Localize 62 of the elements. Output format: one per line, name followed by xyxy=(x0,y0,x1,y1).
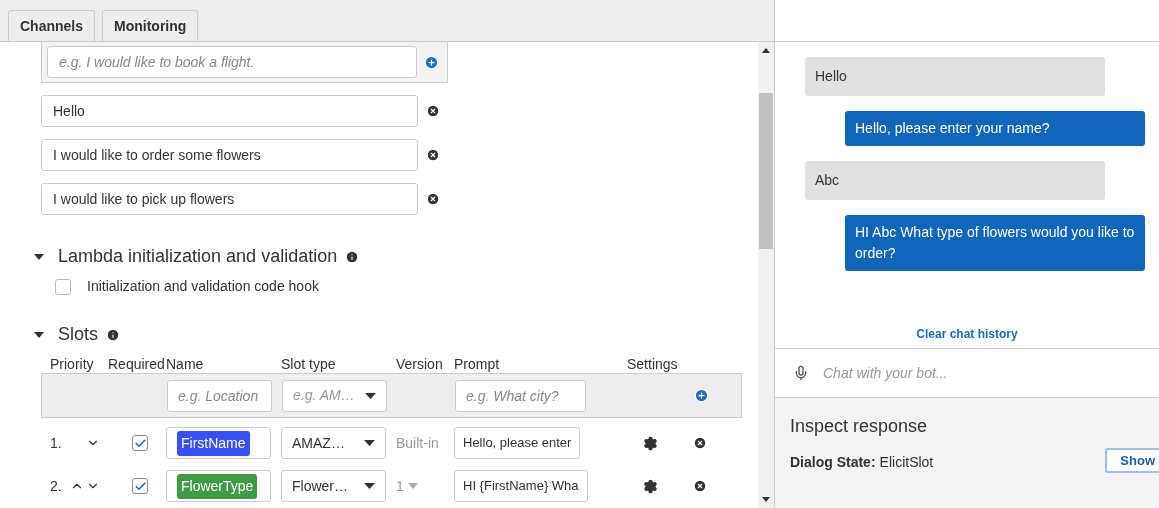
scrollbar-thumb[interactable] xyxy=(759,93,773,249)
dropdown-caret-icon xyxy=(365,392,376,399)
add-icon[interactable] xyxy=(694,388,709,403)
clear-chat-link[interactable]: Clear chat history xyxy=(916,325,1018,343)
chat-input[interactable]: Chat with your bot... xyxy=(823,362,1159,384)
settings-icon[interactable] xyxy=(643,435,658,451)
column-header: Version xyxy=(396,355,444,374)
dropdown-caret-icon xyxy=(364,440,375,446)
remove-icon[interactable] xyxy=(426,104,440,118)
prompt-input[interactable]: e.g. What city? xyxy=(455,379,586,412)
bot-message: HI Abc What type of flowers would you like to order? xyxy=(845,215,1145,271)
column-header: Required xyxy=(108,355,166,374)
tab[interactable]: Monitoring xyxy=(102,10,199,41)
show-button[interactable]: Show xyxy=(1105,448,1159,473)
remove-icon[interactable] xyxy=(426,192,440,206)
column-header: Slot type xyxy=(281,355,337,374)
section-title: Lambda initialization and validation xyxy=(58,245,338,268)
dropdown-caret-icon xyxy=(407,483,418,489)
utterance-input[interactable]: e.g. I would like to book a flight. xyxy=(47,46,417,78)
checkbox[interactable] xyxy=(55,278,71,295)
checkbox-label: Initialization and validation code hook xyxy=(87,277,319,296)
slot-name-tag: FlowerType xyxy=(177,473,258,499)
caret-icon[interactable] xyxy=(33,252,45,261)
utterance-field[interactable]: Hello xyxy=(41,95,418,127)
scroll-up-icon[interactable] xyxy=(762,48,770,53)
caret-icon[interactable] xyxy=(33,330,45,339)
user-message: Abc xyxy=(805,161,1105,200)
bot-message: Hello, please enter your name? xyxy=(845,111,1145,146)
remove-icon[interactable] xyxy=(693,436,707,450)
column-header: Settings xyxy=(627,355,679,374)
slot-name-input[interactable]: e.g. Location xyxy=(167,379,272,412)
column-header: Prompt xyxy=(454,355,501,374)
settings-icon[interactable] xyxy=(643,478,658,494)
scroll-down-icon[interactable] xyxy=(762,497,770,502)
slot-type-dropdown[interactable]: AMAZ… xyxy=(281,427,386,459)
priority-number: 2. xyxy=(50,476,63,496)
scrollbar[interactable] xyxy=(758,42,774,508)
utterance-field[interactable]: I would like to order some flowers xyxy=(41,139,418,171)
slot-name-tag: FirstName xyxy=(177,430,250,456)
slot-name-field[interactable]: FirstName xyxy=(166,427,271,459)
inspect-title: Inspect response xyxy=(790,415,929,438)
priority-number: 1. xyxy=(50,433,63,453)
remove-icon[interactable] xyxy=(693,479,707,493)
utterance-field[interactable]: I would like to pick up flowers xyxy=(41,183,418,215)
info-icon xyxy=(106,327,121,342)
remove-icon[interactable] xyxy=(426,148,440,162)
dropdown-caret-icon xyxy=(364,483,375,489)
prompt-field[interactable]: HI {FirstName} Wha xyxy=(454,470,588,502)
section-title: Slots xyxy=(58,323,99,346)
dialog-state-value: ElicitSlot xyxy=(879,453,934,472)
microphone-icon[interactable] xyxy=(793,365,809,381)
column-header: Priority xyxy=(50,355,95,374)
tab[interactable]: Channels xyxy=(8,10,95,41)
info-icon xyxy=(345,249,360,264)
checkbox[interactable] xyxy=(132,478,148,494)
column-header: Name xyxy=(166,355,205,374)
slot-type-dropdown[interactable]: Flower… xyxy=(281,470,386,502)
checkbox[interactable] xyxy=(132,435,148,451)
add-icon[interactable] xyxy=(424,54,439,70)
prompt-field[interactable]: Hello, please enter xyxy=(454,427,581,459)
user-message: Hello xyxy=(805,57,1105,96)
dialog-state-label: Dialog State: xyxy=(790,453,876,472)
